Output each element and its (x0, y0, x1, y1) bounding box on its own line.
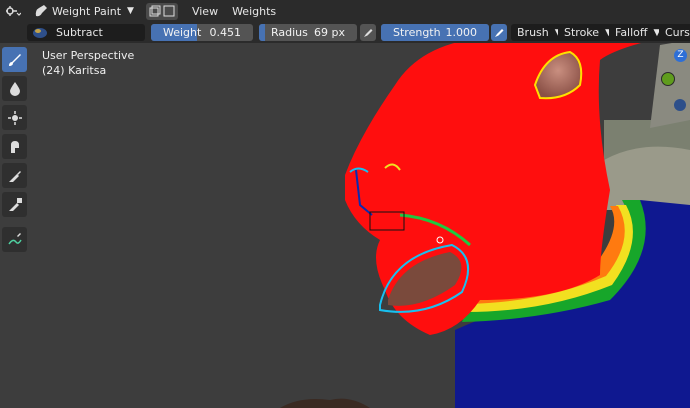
gizmo-z-label: Z (677, 50, 684, 60)
strength-slider[interactable]: Strength 1.000 (381, 24, 489, 41)
average-icon (7, 110, 22, 125)
brush-preview-icon (33, 28, 47, 38)
falloff-menu-label: Falloff (615, 26, 648, 39)
tool-annotate[interactable] (2, 227, 27, 252)
blend-mode-dropdown[interactable]: Subtract (27, 24, 145, 41)
reference-animal (604, 146, 690, 210)
weight-paint-icon (34, 2, 48, 20)
draw-brush-icon (8, 53, 21, 66)
stroke-menu-label: Stroke (564, 26, 600, 39)
hair-tuft (280, 398, 370, 408)
tool-average[interactable] (2, 105, 27, 130)
blur-drop-icon (9, 81, 20, 96)
pen-pressure-icon (363, 29, 372, 37)
weight-slider[interactable]: Weight 0.451 (151, 24, 253, 41)
view-name: User Perspective (42, 49, 135, 62)
viewport-header: Weight Paint ▼ View Weights (0, 0, 690, 22)
strength-label: Strength (393, 26, 441, 39)
xray-toggle[interactable] (145, 2, 178, 20)
tool-smear[interactable] (2, 134, 27, 159)
smear-icon (10, 140, 19, 153)
tool-draw[interactable] (2, 47, 27, 72)
object-info: (24) Karitsa (42, 64, 107, 77)
radius-pressure-button[interactable] (360, 24, 376, 41)
brush-menu-label: Brush (517, 26, 549, 39)
weight-label: Weight (163, 26, 202, 39)
gizmo-y-axis[interactable] (661, 72, 675, 86)
radius-value: 69 px (314, 26, 345, 39)
radius-label: Radius (271, 26, 308, 39)
cube-icon (149, 5, 161, 17)
sample-group-icon (8, 197, 22, 211)
strength-value: 1.000 (445, 26, 478, 39)
frame-icon (163, 5, 175, 17)
sample-weight-icon (8, 170, 21, 182)
blend-mode-label: Subtract (56, 26, 103, 39)
menu-weights[interactable]: Weights (232, 5, 276, 18)
falloff-menu[interactable]: Falloff ▼ (609, 24, 667, 41)
menu-view[interactable]: View (192, 5, 218, 18)
mode-label: Weight Paint (52, 4, 122, 18)
annotate-icon (7, 232, 22, 244)
cursor-menu-label: Cursor (665, 26, 690, 39)
tool-blur[interactable] (2, 76, 27, 101)
strength-pressure-button[interactable] (491, 24, 507, 41)
tool-sample-group[interactable] (2, 192, 27, 217)
chevron-down-icon: ▼ (127, 6, 134, 16)
gizmo-z-negative[interactable] (674, 99, 686, 111)
editor-type-icon[interactable] (2, 2, 24, 20)
radius-slider[interactable]: Radius 69 px (259, 24, 357, 41)
weight-value: 0.451 (209, 26, 242, 39)
tool-sample-weight[interactable] (2, 163, 27, 188)
pen-pressure-icon (494, 29, 503, 37)
radius-slider-fill (259, 24, 265, 41)
gizmo-z-axis[interactable]: Z (674, 49, 687, 62)
cursor-menu[interactable]: Cursor (659, 24, 690, 41)
mode-selector[interactable]: Weight Paint ▼ (30, 2, 140, 20)
